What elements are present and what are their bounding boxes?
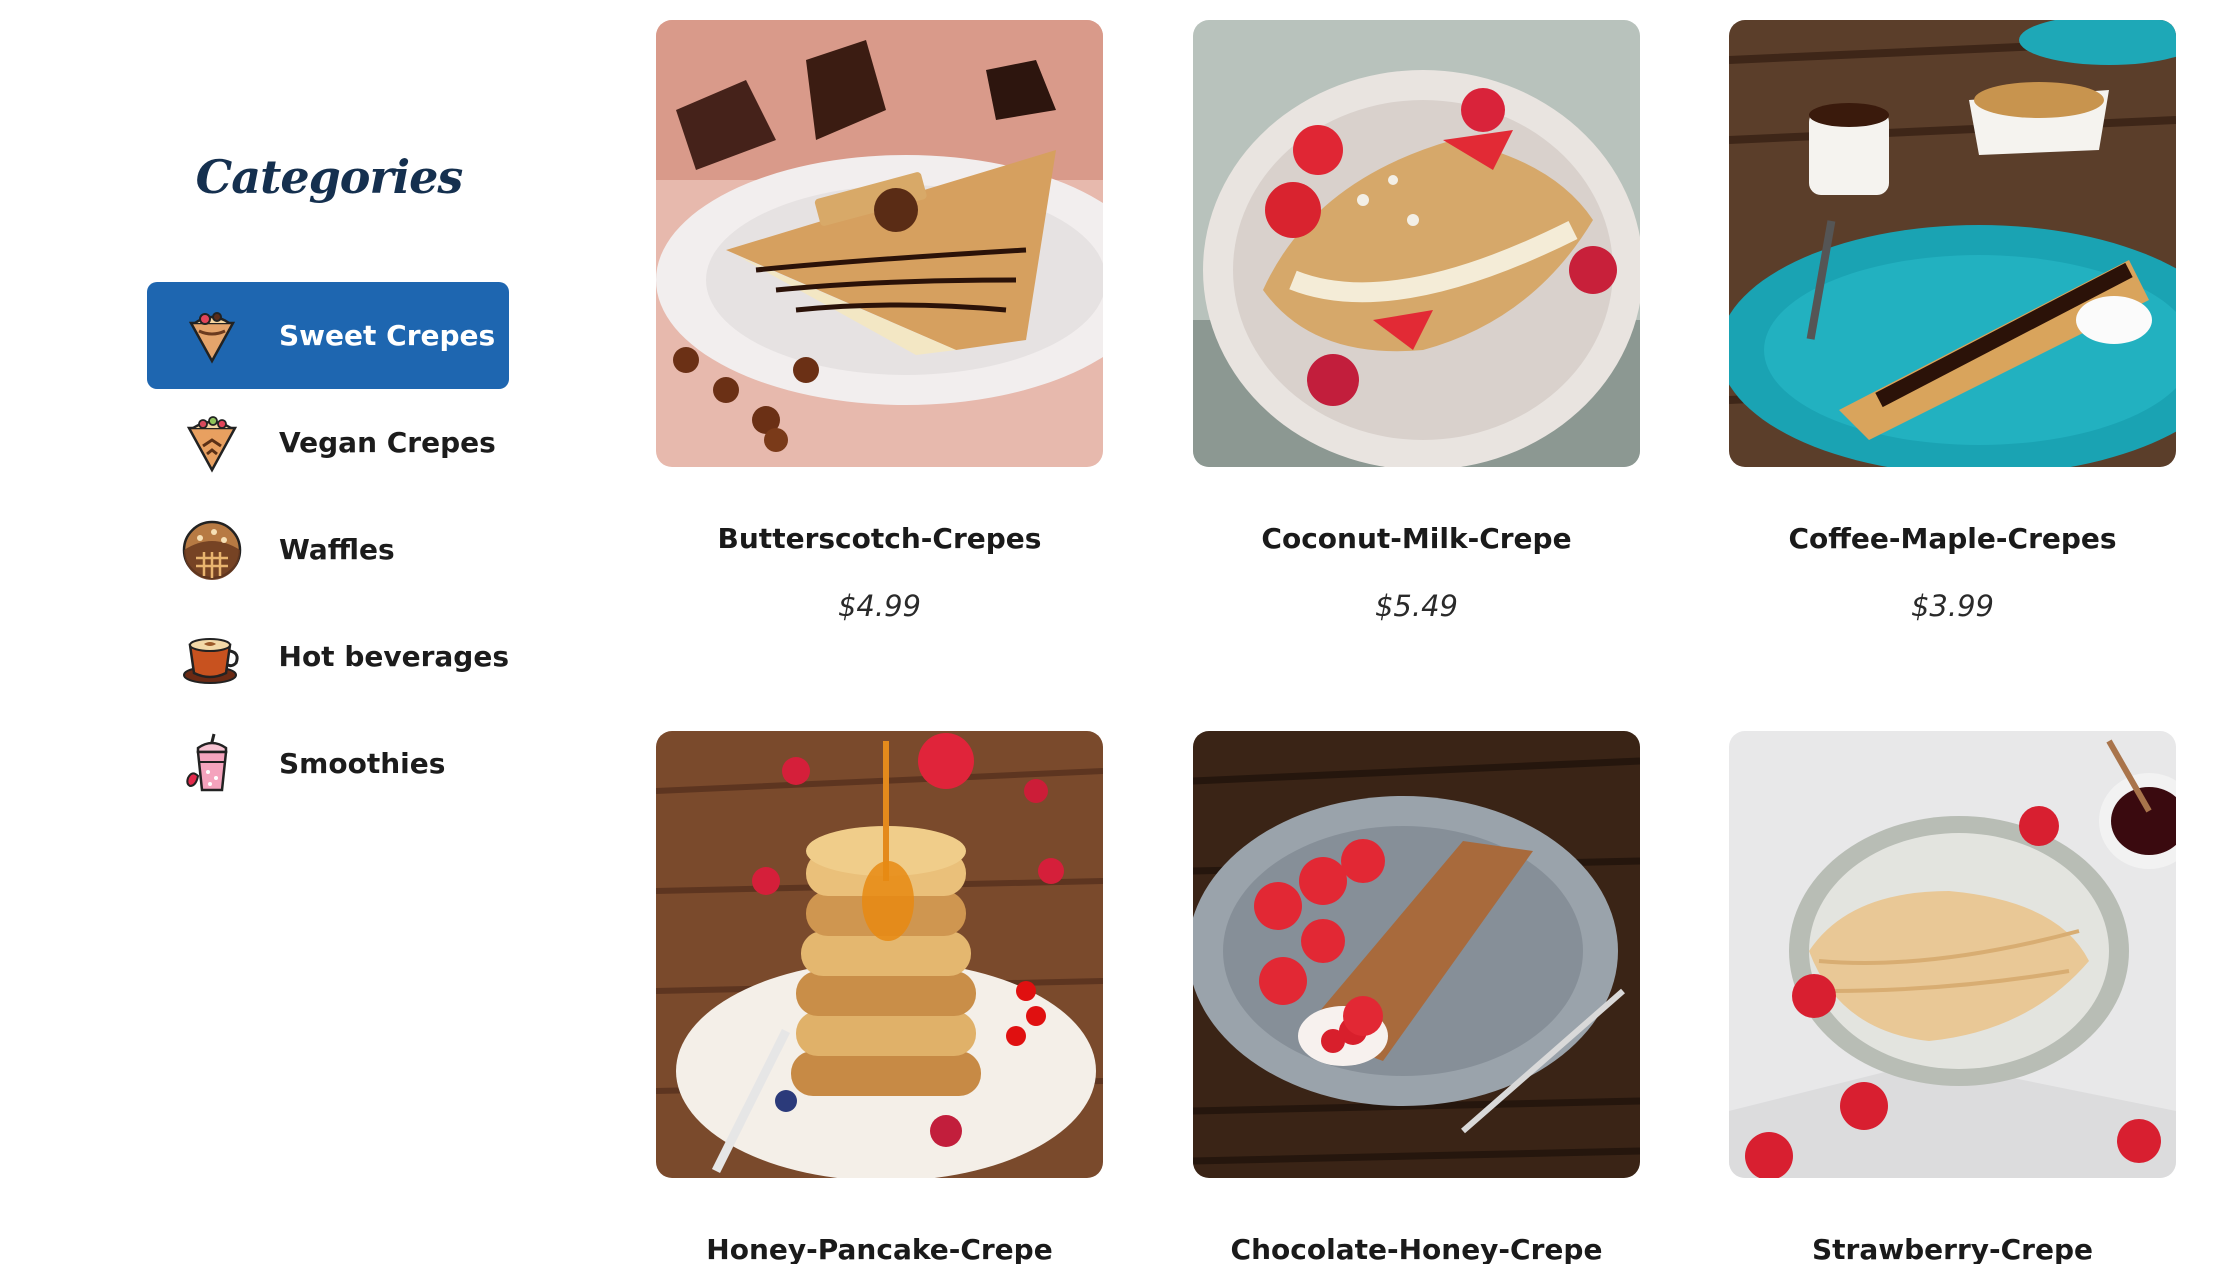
category-label: Hot beverages: [278, 640, 509, 673]
category-item-hot-beverages[interactable]: Hot beverages: [147, 603, 509, 710]
product-image[interactable]: [1193, 731, 1640, 1178]
product-name: Honey-Pancake-Crepe: [706, 1233, 1053, 1264]
product-image[interactable]: [656, 20, 1103, 467]
product-price: $4.99: [837, 589, 922, 623]
product-name: Coconut-Milk-Crepe: [1261, 522, 1572, 555]
category-item-waffles[interactable]: Waffles: [147, 496, 509, 603]
product-card-coffee-maple-crepes[interactable]: Coffee-Maple-Crepes $3.99: [1729, 20, 2176, 623]
category-item-smoothies[interactable]: Smoothies: [147, 710, 509, 817]
waffle-icon: [177, 515, 247, 585]
vegan-crepe-icon: [177, 408, 247, 478]
sweet-crepe-icon: [177, 301, 247, 371]
product-name: Coffee-Maple-Crepes: [1788, 522, 2117, 555]
category-sidebar: Categories Sweet Crepes Vegan Crepes Waf…: [0, 0, 620, 1264]
product-price: $3.99: [1910, 589, 1995, 623]
product-image[interactable]: [1729, 731, 2176, 1178]
product-image[interactable]: [1193, 20, 1640, 467]
product-price: $5.49: [1374, 589, 1459, 623]
product-name: Butterscotch-Crepes: [717, 522, 1042, 555]
category-label: Waffles: [279, 533, 395, 566]
category-label: Smoothies: [279, 747, 446, 780]
product-card-butterscotch-crepes[interactable]: Butterscotch-Crepes $4.99: [656, 20, 1103, 623]
product-card-coconut-milk-crepe[interactable]: Coconut-Milk-Crepe $5.49: [1193, 20, 1640, 623]
product-image[interactable]: [1729, 20, 2176, 467]
product-card-honey-pancake-crepe[interactable]: Honey-Pancake-Crepe: [656, 731, 1103, 1264]
product-name: Strawberry-Crepe: [1811, 1233, 2094, 1264]
category-label: Vegan Crepes: [279, 426, 496, 459]
product-card-strawberry-crepe[interactable]: Strawberry-Crepe: [1729, 731, 2176, 1264]
category-item-vegan-crepes[interactable]: Vegan Crepes: [147, 389, 509, 496]
product-card-chocolate-honey-crepe[interactable]: Chocolate-Honey-Crepe: [1193, 731, 1640, 1264]
category-label: Sweet Crepes: [279, 319, 496, 352]
category-item-sweet-crepes[interactable]: Sweet Crepes: [147, 282, 509, 389]
sidebar-title: Categories: [195, 150, 464, 204]
product-name: Chocolate-Honey-Crepe: [1230, 1233, 1603, 1264]
hot-beverage-icon: [177, 622, 247, 692]
smoothie-icon: [177, 729, 247, 799]
product-image[interactable]: [656, 731, 1103, 1178]
